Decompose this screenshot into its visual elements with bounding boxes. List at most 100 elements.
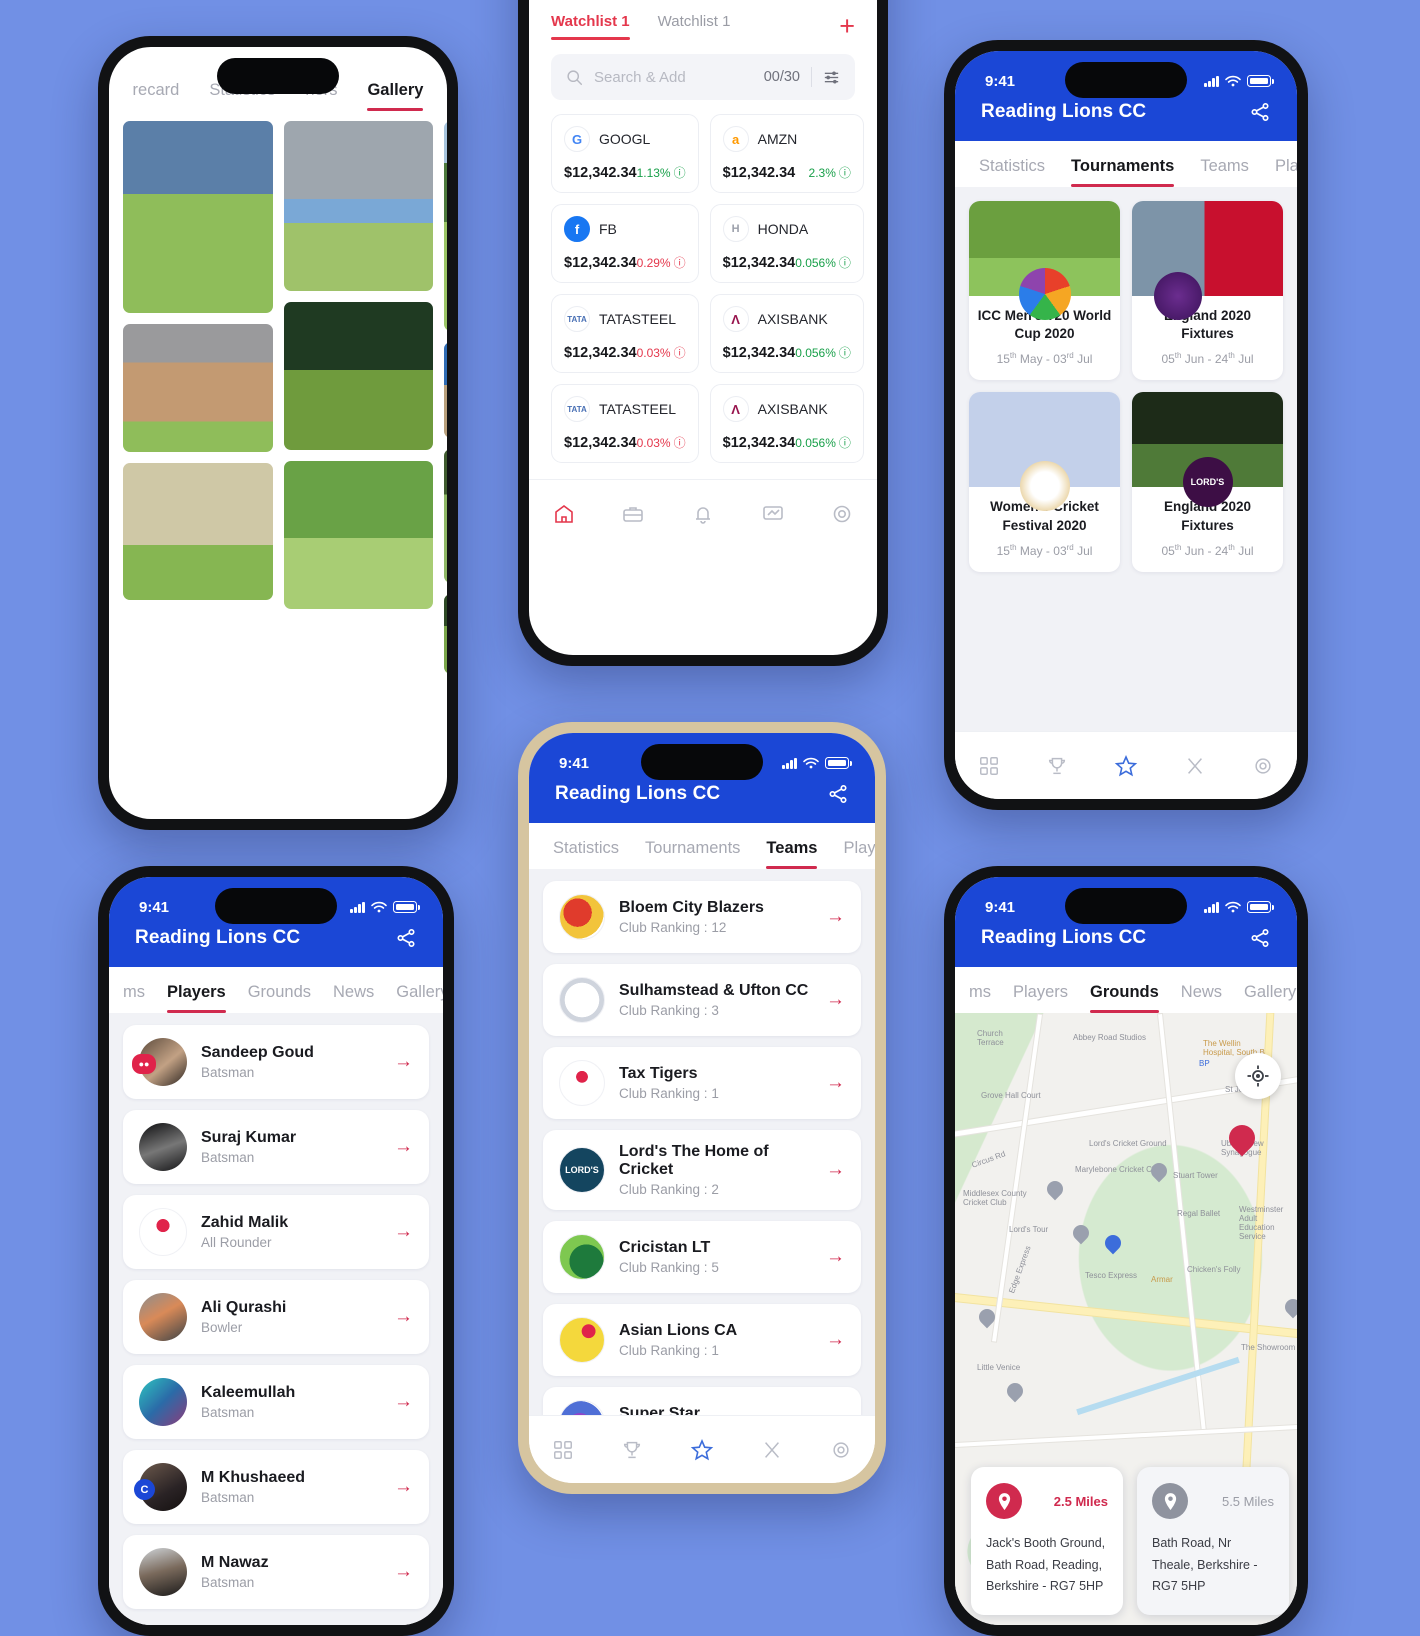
gallery-photo[interactable] [444,121,447,331]
tab-news[interactable]: News [1181,983,1222,1013]
gallery-photo[interactable] [123,463,273,600]
stock-card[interactable]: f FB $12,342.34 0.29% ⓘ [551,204,699,283]
dashboard-grid-icon[interactable] [552,1439,574,1461]
star-icon[interactable] [690,1438,714,1462]
gear-icon[interactable] [1252,755,1274,777]
tab-news[interactable]: News [333,983,374,1013]
gear-icon[interactable] [830,502,854,526]
trophy-icon[interactable] [1046,755,1068,777]
bell-icon[interactable] [691,502,715,526]
stock-card[interactable]: a AMZN $12,342.34 2.3% ⓘ [709,114,864,193]
tab-scorecard[interactable]: recard [133,81,180,111]
tab-tournaments[interactable]: Tournaments [645,839,740,869]
arrow-right-icon[interactable]: → [394,1221,413,1243]
tournament-card[interactable]: LORD'S England 2020 Fixtures 05th Jun - … [1132,392,1283,572]
stock-card[interactable]: Λ AXISBANK $12,342.34 0.056% ⓘ [709,384,864,463]
ground-card[interactable]: 5.5 Miles Bath Road, Nr Theale, Berkshir… [1137,1467,1289,1615]
map-pin[interactable] [1003,1379,1027,1405]
map-view[interactable]: Church Terrace Abbey Road Studios The Wel… [955,1013,1297,1625]
tab-teams[interactable]: Teams [1200,157,1249,187]
table-row[interactable]: Sulhamstead & Ufton CC Club Ranking : 3 … [543,964,861,1036]
map-pin[interactable] [1069,1221,1093,1247]
table-row[interactable]: LORD'S Lord's The Home of Cricket Club R… [543,1130,861,1210]
add-watchlist-button[interactable]: + [839,13,855,40]
crossed-bats-icon[interactable] [1184,755,1206,777]
tab-players[interactable]: Players [1275,157,1297,187]
list-item[interactable]: C M Khushaeed Batsman → [123,1450,429,1524]
tab-teams-partial[interactable]: ms [969,983,991,1013]
list-item[interactable]: Kaleemullah Batsman → [123,1365,429,1439]
arrow-right-icon[interactable]: → [394,1561,413,1583]
grounds-tab-bar[interactable]: ms Players Grounds News Gallery Sp [955,967,1297,1013]
tournaments-tab-bar[interactable]: Statistics Tournaments Teams Players [955,141,1297,187]
arrow-right-icon[interactable]: → [394,1476,413,1498]
arrow-right-icon[interactable]: → [394,1306,413,1328]
share-icon[interactable] [1249,927,1271,949]
tab-gallery[interactable]: Gallery [367,81,423,111]
stocks-bottom-nav[interactable] [529,479,877,547]
gallery-masonry-grid[interactable] [109,111,447,776]
briefcase-icon[interactable] [621,502,645,526]
table-row[interactable]: Bloem City Blazers Club Ranking : 12 → [543,881,861,953]
map-pin[interactable] [1101,1231,1125,1257]
players-tab-bar[interactable]: ms Players Grounds News Gallery Sp [109,967,443,1013]
gallery-photo[interactable] [444,449,447,583]
arrow-right-icon[interactable]: → [826,1159,845,1181]
tab-players[interactable]: Players [167,983,226,1013]
list-item[interactable]: Suraj Kumar Batsman → [123,1110,429,1184]
map-pin[interactable] [1281,1295,1297,1321]
arrow-right-icon[interactable]: → [826,1329,845,1351]
tournament-card[interactable]: England 2020 Fixtures 05th Jun - 24th Ju… [1132,201,1283,381]
watchlist-tab-bar[interactable]: Watchlist 1 Watchlist 1 + [529,0,877,40]
share-icon[interactable] [1249,101,1271,123]
map-pin[interactable] [1043,1177,1067,1203]
tab-grounds[interactable]: Grounds [1090,983,1159,1013]
arrow-right-icon[interactable]: → [394,1136,413,1158]
share-icon[interactable] [395,927,417,949]
list-item[interactable]: M Nawaz Batsman → [123,1535,429,1609]
arrow-right-icon[interactable]: → [826,989,845,1011]
filter-icon[interactable] [823,70,840,85]
locate-me-button[interactable] [1235,1053,1281,1099]
tab-gallery[interactable]: Gallery [396,983,443,1013]
table-row[interactable]: Tax Tigers Club Ranking : 1 → [543,1047,861,1119]
share-icon[interactable] [827,783,849,805]
gallery-photo[interactable] [444,342,447,438]
ground-card[interactable]: 2.5 Miles Jack's Booth Ground, Bath Road… [971,1467,1123,1615]
gallery-photo[interactable] [123,324,273,452]
tab-watchlist-1[interactable]: Watchlist 1 [551,13,630,40]
gallery-photo[interactable] [123,121,273,313]
tab-teams-partial[interactable]: ms [123,983,145,1013]
list-item[interactable]: Zahid Malik All Rounder → [123,1195,429,1269]
search-input[interactable]: Search & Add [594,69,753,86]
map-pin-selected[interactable] [1223,1119,1261,1159]
arrow-right-icon[interactable]: → [394,1051,413,1073]
home-icon[interactable] [552,502,576,526]
crossed-bats-icon[interactable] [761,1439,783,1461]
star-icon[interactable] [1114,754,1138,778]
tab-statistics[interactable]: Statistics [979,157,1045,187]
list-item[interactable]: Ali Qurashi Bowler → [123,1280,429,1354]
tournament-card[interactable]: Women's Cricket Festival 2020 15th May -… [969,392,1120,572]
table-row[interactable]: Asian Lions CA Club Ranking : 1 → [543,1304,861,1376]
chart-monitor-icon[interactable] [761,502,785,526]
table-row[interactable]: Super Star Club Ranking : 11 → [543,1387,861,1415]
tab-gallery[interactable]: Gallery [1244,983,1296,1013]
tab-tournaments[interactable]: Tournaments [1071,157,1175,187]
tab-teams[interactable]: Teams [766,839,818,869]
stock-card[interactable]: H HONDA $12,342.34 0.056% ⓘ [709,204,864,283]
map-pin[interactable] [1147,1159,1171,1185]
gallery-photo[interactable] [283,461,433,609]
arrow-right-icon[interactable]: → [394,1391,413,1413]
tab-players[interactable]: Players [843,839,875,869]
teams-bottom-nav[interactable] [529,1415,875,1483]
stock-card[interactable]: G GOOGL $12,342.34 1.13% ⓘ [551,114,699,193]
tournaments-bottom-nav[interactable] [955,731,1297,799]
tournament-card[interactable]: ICC Men's T20 World Cup 2020 15th May - … [969,201,1120,381]
gallery-photo[interactable] [283,302,433,450]
stock-card[interactable]: TATA TATASTEEL $12,342.34 0.03% ⓘ [551,294,699,373]
teams-tab-bar[interactable]: Statistics Tournaments Teams Players [529,823,875,869]
stock-card[interactable]: TATA TATASTEEL $12,342.34 0.03% ⓘ [551,384,699,463]
arrow-right-icon[interactable]: → [826,1246,845,1268]
list-item[interactable]: ●● Sandeep Goud Batsman → [123,1025,429,1099]
